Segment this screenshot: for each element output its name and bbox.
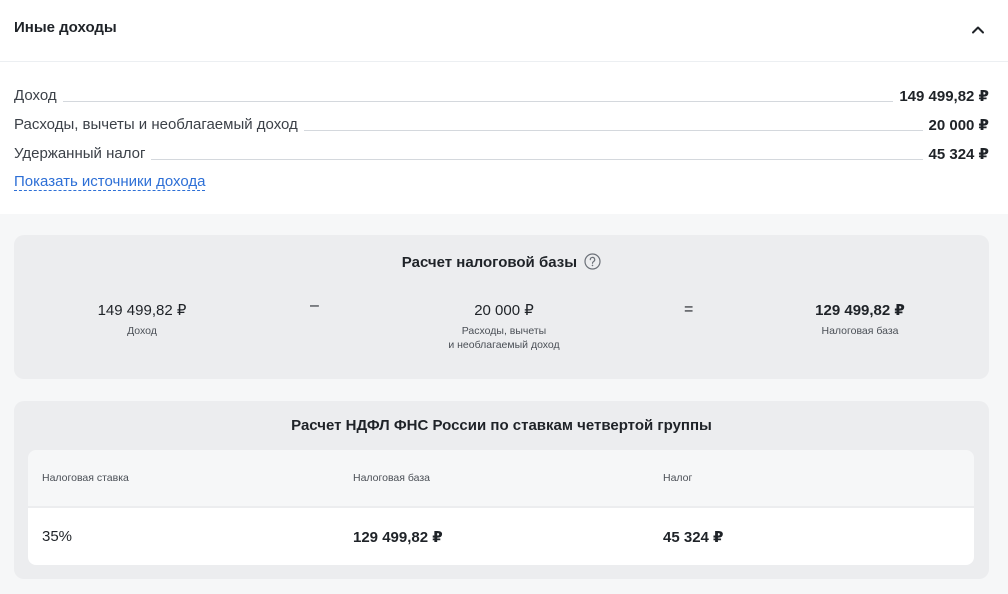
dotted-leader — [14, 101, 989, 102]
chevron-up-icon[interactable] — [968, 20, 988, 40]
tax-base-income-value: 149 499,82 ₽ — [97, 302, 187, 319]
tax-base-card: Расчет налоговой базы 149 499,82 ₽ Доход… — [14, 235, 989, 379]
summary-row-deductions: Расходы, вычеты и необлагаемый доход 20 … — [14, 116, 989, 136]
equals-sign: = — [684, 301, 694, 318]
ndfl-title: Расчет НДФЛ ФНС России по ставкам четвер… — [291, 417, 712, 434]
tax-base-deductions-value: 20 000 ₽ — [474, 302, 534, 319]
tax-base-result-value: 129 499,82 ₽ — [815, 302, 905, 319]
dotted-leader — [14, 159, 989, 160]
summary-row-income: Доход 149 499,82 ₽ — [14, 87, 989, 107]
summary-label: Доход — [14, 87, 63, 104]
minus-sign: – — [310, 297, 319, 314]
tax-base-deductions-caption: Расходы, вычеты и необлагаемый доход — [424, 324, 584, 352]
ndfl-card: Расчет НДФЛ ФНС России по ставкам четвер… — [14, 401, 989, 579]
summary-value: 20 000 ₽ — [922, 116, 989, 134]
tax-base-income-caption: Доход — [127, 325, 157, 337]
caption-line: и необлагаемый доход — [448, 339, 560, 351]
income-summary-panel: Иные доходы Доход 149 499,82 ₽ Расходы, … — [0, 0, 1008, 214]
header-tax: Налог — [663, 472, 693, 484]
section-title: Иные доходы — [14, 19, 117, 36]
header-tax-base: Налоговая база — [353, 472, 430, 484]
caption-line: Расходы, вычеты — [461, 325, 547, 337]
cell-tax-base: 129 499,82 ₽ — [353, 529, 443, 546]
header-tax-rate: Налоговая ставка — [42, 472, 129, 484]
tax-base-result-caption: Налоговая база — [821, 325, 899, 337]
tax-base-title: Расчет налоговой базы — [14, 253, 989, 271]
ndfl-table-header: Налоговая ставка Налоговая база Налог — [28, 450, 974, 506]
summary-value: 149 499,82 ₽ — [893, 87, 989, 105]
section-header[interactable]: Иные доходы — [0, 0, 1008, 62]
tax-base-deductions: 20 000 ₽ Расходы, вычеты и необлагаемый … — [424, 301, 584, 352]
tax-base-title-text: Расчет налоговой базы — [401, 254, 578, 271]
table-row: 35% 129 499,82 ₽ 45 324 ₽ — [28, 508, 974, 565]
tax-base-result: 129 499,82 ₽ Налоговая база — [790, 301, 930, 338]
question-circle-icon[interactable] — [584, 253, 601, 270]
summary-label: Удержанный налог — [14, 145, 152, 162]
summary-label: Расходы, вычеты и необлагаемый доход — [14, 116, 304, 133]
summary-row-withheld-tax: Удержанный налог 45 324 ₽ — [14, 145, 989, 165]
summary-value: 45 324 ₽ — [922, 145, 989, 163]
show-income-sources-link[interactable]: Показать источники дохода — [14, 173, 206, 191]
cell-tax-rate: 35% — [42, 528, 73, 545]
cell-tax: 45 324 ₽ — [663, 529, 724, 546]
tax-base-income: 149 499,82 ₽ Доход — [72, 301, 212, 338]
